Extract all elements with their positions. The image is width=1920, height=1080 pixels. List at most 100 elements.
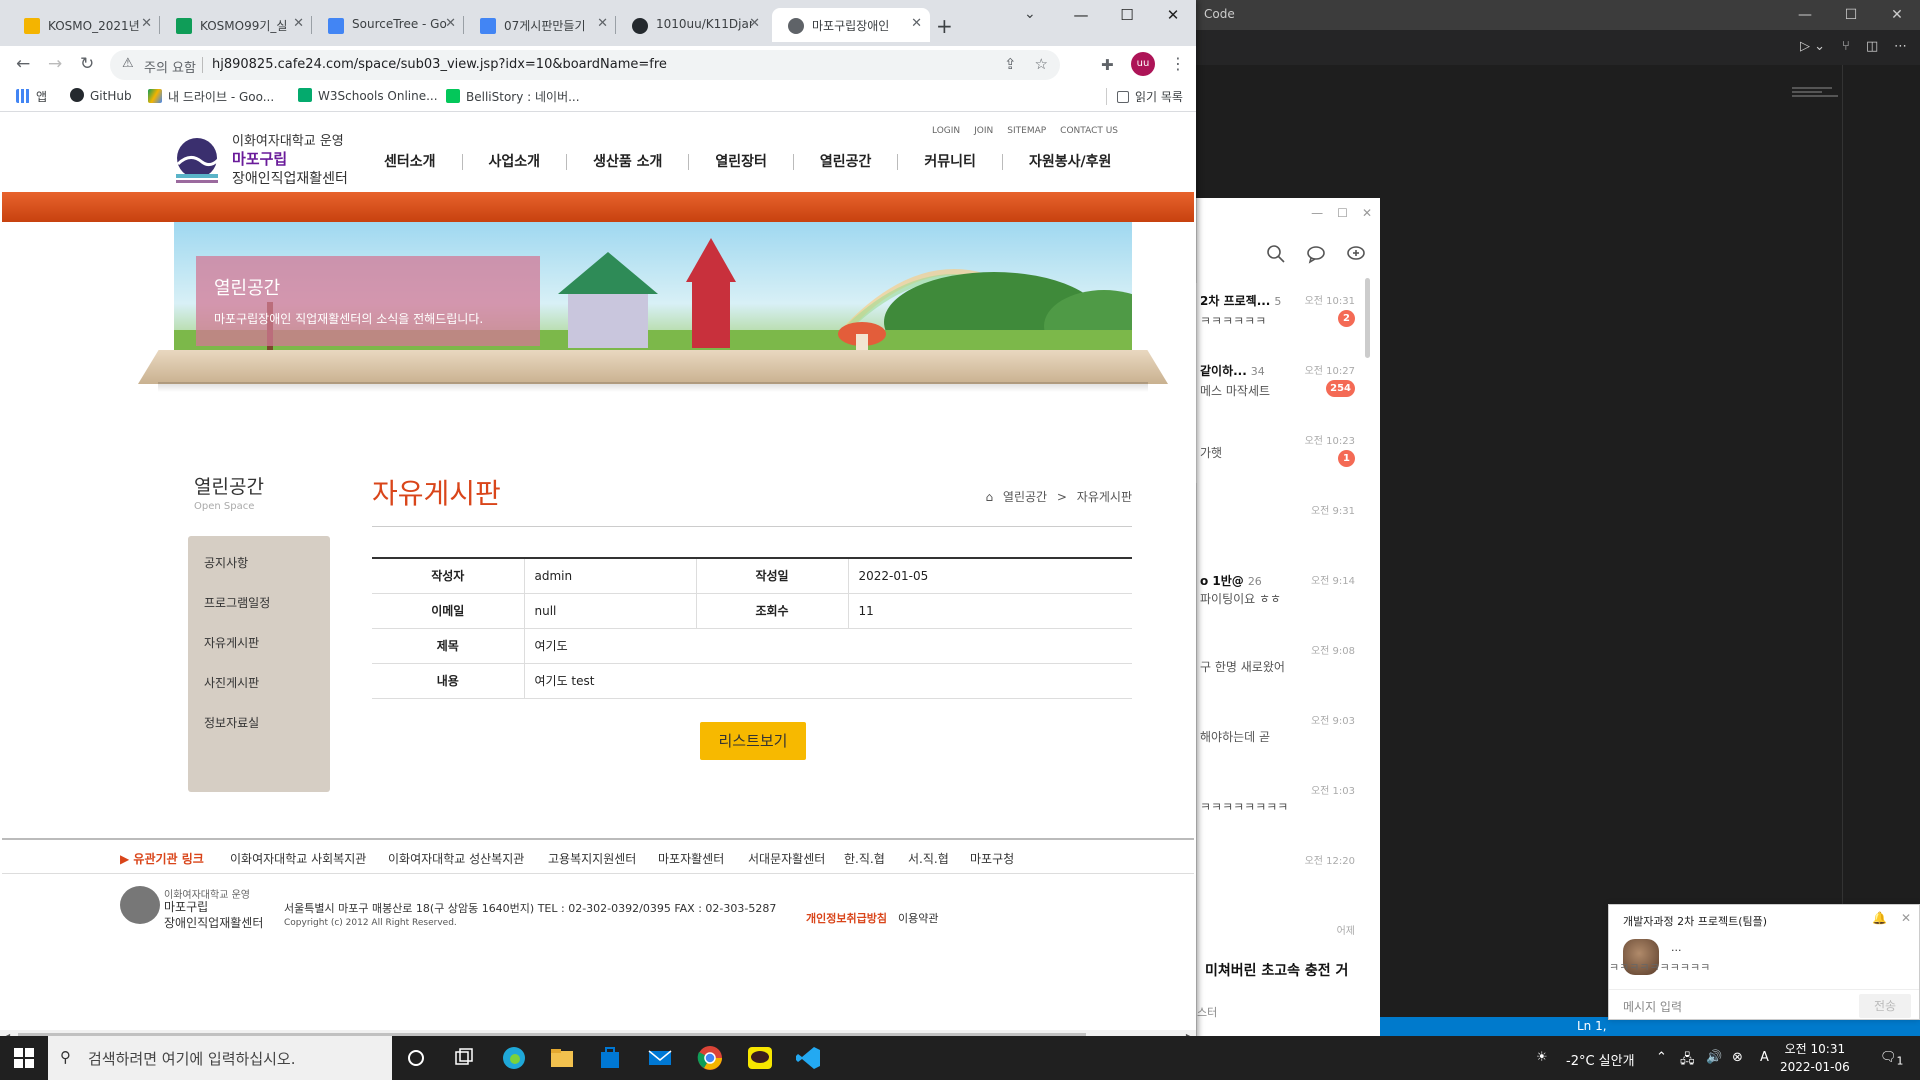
vscode-icon[interactable]	[794, 1044, 822, 1072]
browser-tab[interactable]: 1010uu/K11Djan ✕	[616, 8, 768, 42]
file-explorer-icon[interactable]	[548, 1044, 576, 1072]
search-icon[interactable]	[1266, 244, 1286, 264]
site-logo[interactable]: 이화여자대학교 운영 마포구립 장애인직업재활센터	[172, 124, 362, 187]
mail-icon[interactable]	[646, 1044, 674, 1072]
list-view-button[interactable]: 리스트보기	[700, 722, 806, 760]
side-nav-item[interactable]: 공지사항	[188, 544, 330, 584]
cursor-position[interactable]: Ln 1,	[1577, 1019, 1607, 1033]
nav-item[interactable]: 센터소개	[358, 154, 463, 170]
chat-list-item[interactable]: 오전 9:31	[1197, 496, 1381, 566]
back-icon[interactable]: ←	[16, 54, 30, 74]
maximize-icon[interactable]: ☐	[1104, 0, 1150, 30]
bookmark-star-icon[interactable]: ☆	[1035, 55, 1048, 73]
notification-icon[interactable]: 🗨1	[1880, 1050, 1903, 1068]
close-icon[interactable]: ✕	[1901, 911, 1911, 925]
nav-item[interactable]: 열린장터	[689, 154, 794, 170]
weather-icon[interactable]: ☀	[1536, 1050, 1548, 1065]
chevron-up-icon[interactable]: ⌃	[1656, 1050, 1667, 1065]
contact-link[interactable]: CONTACT US	[1060, 126, 1118, 136]
related-link[interactable]: 서.직.협	[908, 850, 949, 867]
reload-icon[interactable]: ↻	[80, 54, 94, 74]
chat-list-item[interactable]: 구 한명 새로왔어 오전 9:08	[1197, 636, 1381, 706]
close-icon[interactable]: ✕	[1362, 206, 1372, 220]
breadcrumb-item[interactable]: 자유게시판	[1077, 490, 1132, 504]
nav-item[interactable]: 사업소개	[463, 154, 568, 170]
ime-indicator[interactable]: A	[1760, 1050, 1769, 1065]
side-nav-item[interactable]: 정보자료실	[188, 704, 330, 744]
bookmark-item[interactable]: W3Schools Online...	[298, 88, 438, 103]
browser-tab[interactable]: SourceTree - Go ✕	[312, 8, 464, 42]
related-link[interactable]: 서대문자활센터	[748, 850, 825, 867]
breadcrumb-item[interactable]: 열린공간	[1003, 490, 1047, 504]
tab-search-icon[interactable]: ⌄	[1024, 6, 1036, 22]
clock[interactable]: 오전 10:31 2022-01-06	[1780, 1040, 1850, 1076]
related-link[interactable]: 고용복지지원센터	[548, 850, 636, 867]
sitemap-link[interactable]: SITEMAP	[1007, 126, 1046, 136]
chat-list-item[interactable]: 해야하는데 곧 오전 9:03	[1197, 706, 1381, 776]
side-nav-item[interactable]: 사진게시판	[188, 664, 330, 704]
warning-icon[interactable]: ⚠	[122, 56, 134, 71]
forward-icon[interactable]: →	[48, 54, 62, 74]
kakao-message-popup[interactable]: 개발자과정 2차 프로젝트(팀플) 🔔 ✕ ... ㅋㅋㅋㅋㅋㅋㅋㅋㅋㅋ 메시지…	[1608, 904, 1920, 1020]
related-link[interactable]: 한.직.협	[844, 850, 885, 867]
bell-icon[interactable]: 🔔	[1872, 911, 1887, 925]
close-icon[interactable]: ✕	[141, 16, 152, 31]
open-chat-icon[interactable]	[1306, 244, 1326, 264]
chat-list-item[interactable]: 2차 프로젝... 5 ㅋㅋㅋㅋㅋㅋ 오전 10:31 2	[1197, 286, 1381, 356]
side-nav-item[interactable]: 프로그램일정	[188, 584, 330, 624]
related-link[interactable]: 마포구청	[970, 850, 1014, 867]
address-bar[interactable]: ⚠ 주의 요함 hj890825.cafe24.com/space/sub03_…	[110, 50, 1060, 80]
taskbar-search[interactable]: ⚲ 검색하려면 여기에 입력하십시오.	[48, 1036, 392, 1080]
extensions-icon[interactable]: ✚	[1101, 56, 1114, 74]
edge-icon[interactable]	[500, 1044, 528, 1072]
network-icon[interactable]: 🖧	[1680, 1050, 1695, 1072]
more-actions-icon[interactable]: ⋯	[1894, 39, 1907, 54]
nav-item[interactable]: 열린공간	[794, 154, 899, 170]
split-editor-icon[interactable]: ◫	[1866, 39, 1878, 54]
windows-start-icon[interactable]	[14, 1048, 34, 1068]
ad-banner-text[interactable]: 미쳐버린 초고속 충전 거	[1205, 960, 1348, 980]
run-icon[interactable]: ▷ ⌄	[1800, 39, 1825, 54]
new-tab-icon[interactable]: +	[936, 14, 953, 38]
volume-icon[interactable]: 🔊	[1706, 1050, 1722, 1065]
join-link[interactable]: JOIN	[974, 126, 993, 136]
share-icon[interactable]: ⇪	[1004, 55, 1017, 73]
browser-tab[interactable]: 07게시판만들기 ✕	[464, 8, 616, 42]
related-link[interactable]: 이화여자대학교 성산복지관	[388, 850, 524, 867]
nav-item[interactable]: 커뮤니티	[898, 154, 1003, 170]
browser-tab[interactable]: KOSMO99기_실 ✕	[160, 8, 312, 42]
chat-list-item[interactable]: 가햇 오전 10:23 1	[1197, 426, 1381, 496]
close-icon[interactable]: ✕	[1874, 2, 1920, 28]
chat-list-item[interactable]: 오전 12:20	[1197, 846, 1381, 916]
no-sync-icon[interactable]: ⊗	[1732, 1050, 1743, 1065]
home-icon[interactable]: ⌂	[985, 490, 993, 504]
minimize-icon[interactable]: —	[1058, 0, 1104, 30]
store-icon[interactable]	[596, 1044, 624, 1072]
nav-item[interactable]: 생산품 소개	[567, 154, 690, 170]
chat-list-item[interactable]: 같이하... 34 메스 마작세트 오전 10:27 254	[1197, 356, 1381, 426]
login-link[interactable]: LOGIN	[932, 126, 960, 136]
url-text[interactable]: hj890825.cafe24.com/space/sub03_view.jsp…	[212, 57, 667, 72]
browser-tab[interactable]: KOSMO_2021년 ✕	[8, 8, 160, 42]
cortana-icon[interactable]	[402, 1044, 430, 1072]
kakaotalk-icon[interactable]	[746, 1044, 774, 1072]
new-chat-icon[interactable]	[1346, 244, 1366, 264]
chat-list-item[interactable]: 어제	[1197, 916, 1381, 937]
task-view-icon[interactable]	[450, 1044, 478, 1072]
bookmark-item[interactable]: BelliStory : 네이버...	[446, 88, 580, 105]
weather-text[interactable]: -2°C 실안개	[1566, 1050, 1635, 1069]
message-input[interactable]: 메시지 입력 전송	[1609, 989, 1919, 1020]
terms-link[interactable]: 이용약관	[898, 910, 938, 926]
maximize-icon[interactable]: ☐	[1828, 2, 1874, 28]
bookmark-item[interactable]: GitHub	[70, 88, 132, 103]
source-control-icon[interactable]: ⑂	[1842, 39, 1850, 54]
close-icon[interactable]: ✕	[597, 16, 608, 31]
profile-avatar[interactable]: uu	[1131, 52, 1155, 76]
browser-tab-active[interactable]: 마포구립장애인 ✕	[772, 8, 930, 42]
reading-list[interactable]: 읽기 목록	[1106, 88, 1183, 105]
related-link[interactable]: 마포자활센터	[658, 850, 724, 867]
close-icon[interactable]: ✕	[749, 16, 760, 31]
chat-list-item[interactable]: o 1반@ 26 파이팅이요 ㅎㅎ 오전 9:14	[1197, 566, 1381, 636]
close-icon[interactable]: ✕	[445, 16, 456, 31]
chat-list-item[interactable]: ㅋㅋㅋㅋㅋㅋㅋㅋ 오전 1:03	[1197, 776, 1381, 846]
